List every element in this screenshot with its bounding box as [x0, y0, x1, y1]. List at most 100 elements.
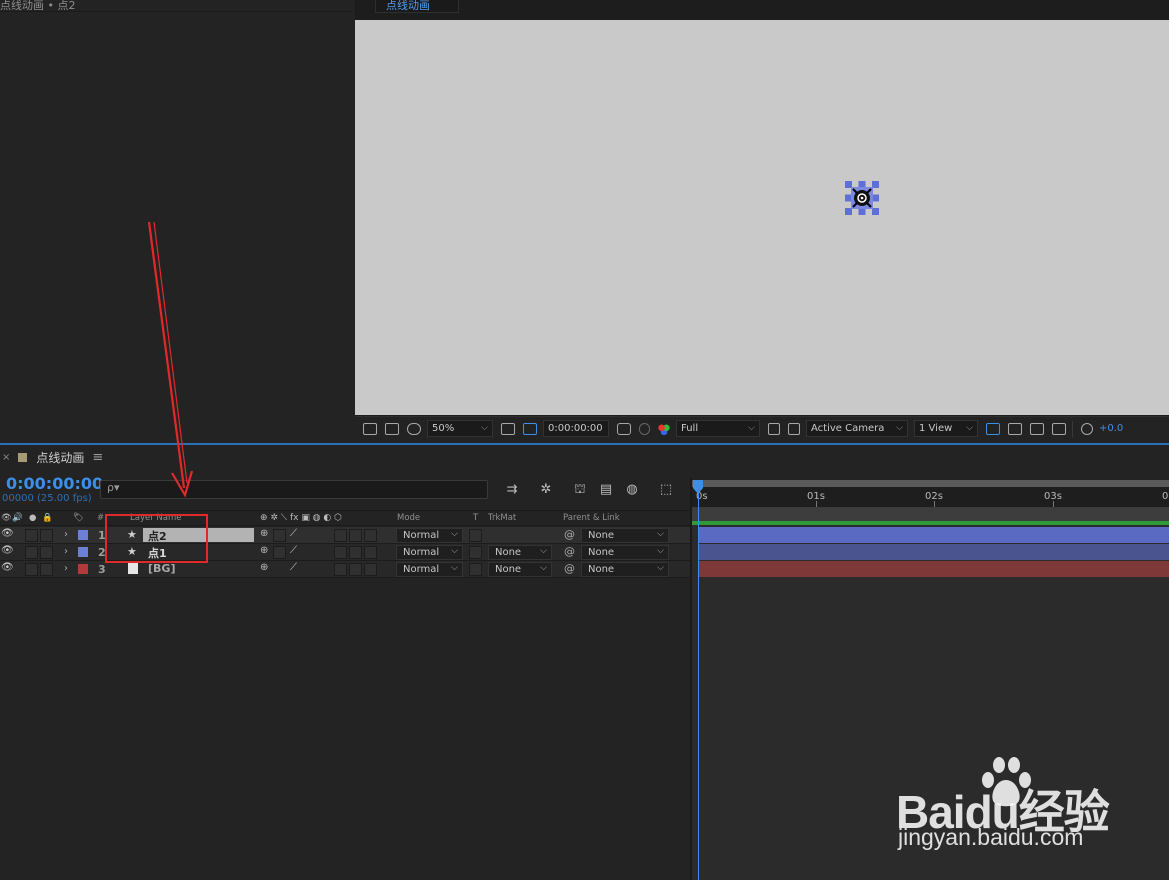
- solo-switch[interactable]: [40, 546, 53, 559]
- blend-mode-dropdown[interactable]: Normal ⌵: [396, 528, 463, 543]
- label-color-swatch[interactable]: [78, 564, 88, 574]
- reset-exposure-icon[interactable]: [1081, 422, 1093, 435]
- expand-chevron-icon[interactable]: ›: [64, 546, 68, 557]
- mask-visibility-icon[interactable]: [407, 422, 421, 435]
- layer-duration-bar[interactable]: [698, 544, 1169, 560]
- timeline-tab[interactable]: × 点线动画 ≡: [0, 448, 103, 466]
- close-icon[interactable]: ×: [2, 452, 10, 463]
- motion-blur-switch[interactable]: [349, 529, 362, 542]
- preserve-transparency-switch[interactable]: [469, 563, 482, 576]
- flowchart-icon[interactable]: [1052, 422, 1066, 435]
- safe-margins-icon[interactable]: [501, 422, 515, 435]
- always-preview-icon[interactable]: [363, 422, 377, 435]
- transparency-grid-icon[interactable]: [523, 422, 537, 435]
- blend-mode-dropdown[interactable]: Normal ⌵: [396, 545, 463, 560]
- time-ruler[interactable]: 0s 01s 02s 03s 0: [692, 478, 1169, 508]
- monitor-icon[interactable]: [385, 422, 399, 435]
- pick-whip-icon[interactable]: @: [564, 562, 575, 575]
- time-navigator[interactable]: [692, 480, 1169, 487]
- layer-name[interactable]: [BG]: [148, 562, 175, 575]
- zoom-dropdown[interactable]: 50% ⌵: [427, 420, 493, 437]
- motion-blur-icon[interactable]: ◍: [623, 482, 641, 498]
- shy-switch-icon[interactable]: ⊕: [260, 562, 268, 573]
- track-matte-header[interactable]: TrkMat: [488, 513, 516, 523]
- label-tag-header-icon[interactable]: 🏷: [73, 513, 84, 523]
- preserve-transparency-header[interactable]: T: [473, 513, 478, 523]
- snapshot-camera-icon[interactable]: [617, 422, 631, 435]
- quality-switch-icon[interactable]: ⟋: [290, 528, 297, 539]
- 3d-switch[interactable]: [364, 563, 377, 576]
- label-color-swatch[interactable]: [78, 530, 88, 540]
- timeline-splitter[interactable]: [690, 478, 692, 880]
- shy-layers-icon[interactable]: ⛫: [571, 482, 589, 498]
- track-matte-dropdown[interactable]: None ⌵: [488, 562, 552, 577]
- current-time-indicator-line[interactable]: [698, 485, 699, 880]
- shy-switch-icon[interactable]: ⊕: [260, 528, 268, 539]
- layer-row[interactable]: 👁 › 1 ★ 点2 ⊕ ⟋ Normal ⌵ @ None ⌵: [0, 527, 690, 544]
- layer-duration-bar[interactable]: [698, 561, 1169, 577]
- audio-switch[interactable]: [25, 563, 38, 576]
- show-snapshot-icon[interactable]: [639, 422, 650, 435]
- expand-chevron-icon[interactable]: ›: [64, 563, 68, 574]
- work-area-bar[interactable]: [692, 508, 1169, 522]
- eye-icon[interactable]: 👁: [1, 528, 14, 539]
- blend-mode-dropdown[interactable]: Normal ⌵: [396, 562, 463, 577]
- shy-switch-icon[interactable]: ⊕: [260, 545, 268, 556]
- lock-header-icon[interactable]: 🔒: [42, 513, 53, 523]
- solo-switch[interactable]: [40, 529, 53, 542]
- 3d-switch[interactable]: [364, 529, 377, 542]
- view-layout-dropdown[interactable]: 1 View ⌵: [914, 420, 978, 437]
- preserve-transparency-switch[interactable]: [469, 546, 482, 559]
- exposure-value[interactable]: +0.0: [1099, 423, 1123, 434]
- effect-switch[interactable]: [334, 563, 347, 576]
- parent-dropdown[interactable]: None ⌵: [581, 528, 669, 543]
- composition-mini-flowchart-icon[interactable]: ⇉: [503, 482, 521, 498]
- eye-icon[interactable]: 👁: [1, 545, 14, 556]
- layer-anchor-handle[interactable]: [845, 181, 879, 215]
- collapse-switch[interactable]: [273, 546, 286, 559]
- video-toggle-header-icon[interactable]: 👁: [1, 513, 12, 523]
- motion-blur-switch[interactable]: [349, 546, 362, 559]
- solo-switch[interactable]: [40, 563, 53, 576]
- solo-header-icon[interactable]: ●: [29, 513, 36, 523]
- motion-blur-switch[interactable]: [349, 563, 362, 576]
- current-time-display[interactable]: 0:00:00:00: [6, 474, 103, 493]
- layer-row[interactable]: 👁 › 2 ★ 点1 ⊕ ⟋ Normal ⌵ None ⌵ @ None ⌵: [0, 544, 690, 561]
- current-time-indicator-head[interactable]: [693, 480, 703, 494]
- parent-link-header[interactable]: Parent & Link: [563, 513, 620, 523]
- expand-chevron-icon[interactable]: ›: [64, 529, 68, 540]
- parent-dropdown[interactable]: None ⌵: [581, 562, 669, 577]
- eye-icon[interactable]: 👁: [1, 562, 14, 573]
- mode-header[interactable]: Mode: [397, 513, 420, 523]
- label-color-swatch[interactable]: [78, 547, 88, 557]
- layer-duration-bar[interactable]: [698, 527, 1169, 543]
- composition-canvas[interactable]: [355, 20, 1169, 415]
- pixel-aspect-icon[interactable]: [986, 422, 1000, 435]
- parent-dropdown[interactable]: None ⌵: [581, 545, 669, 560]
- draft-3d-icon[interactable]: ✲: [537, 482, 555, 498]
- audio-toggle-header-icon[interactable]: 🔊: [12, 513, 23, 523]
- effect-controls-title[interactable]: 点线动画 • 点2: [0, 0, 75, 12]
- channel-rgb-icon[interactable]: [658, 422, 670, 435]
- collapse-switch[interactable]: [273, 529, 286, 542]
- 3d-switch[interactable]: [364, 546, 377, 559]
- time-ruler-scale[interactable]: 0s 01s 02s 03s 0: [692, 487, 1169, 508]
- frame-blending-icon[interactable]: ▤: [597, 482, 615, 498]
- pick-whip-icon[interactable]: @: [564, 528, 575, 541]
- audio-switch[interactable]: [25, 546, 38, 559]
- hamburger-menu-icon[interactable]: ≡: [92, 450, 103, 465]
- track-matte-dropdown[interactable]: None ⌵: [488, 545, 552, 560]
- fast-previews-icon[interactable]: [1008, 422, 1022, 435]
- viewer-timecode[interactable]: 0:00:00:00: [543, 420, 609, 437]
- pick-whip-icon[interactable]: @: [564, 545, 575, 558]
- layer-number-header[interactable]: #: [97, 513, 104, 523]
- quality-switch-icon[interactable]: ⟋: [290, 545, 297, 556]
- timeline-icon[interactable]: [1030, 422, 1044, 435]
- effect-switch[interactable]: [334, 546, 347, 559]
- preserve-transparency-switch[interactable]: [469, 529, 482, 542]
- camera-dropdown[interactable]: Active Camera ⌵: [806, 420, 908, 437]
- resolution-dropdown[interactable]: Full ⌵: [676, 420, 760, 437]
- toggle-transparency-grid-icon[interactable]: [788, 422, 800, 435]
- effect-switch[interactable]: [334, 529, 347, 542]
- audio-switch[interactable]: [25, 529, 38, 542]
